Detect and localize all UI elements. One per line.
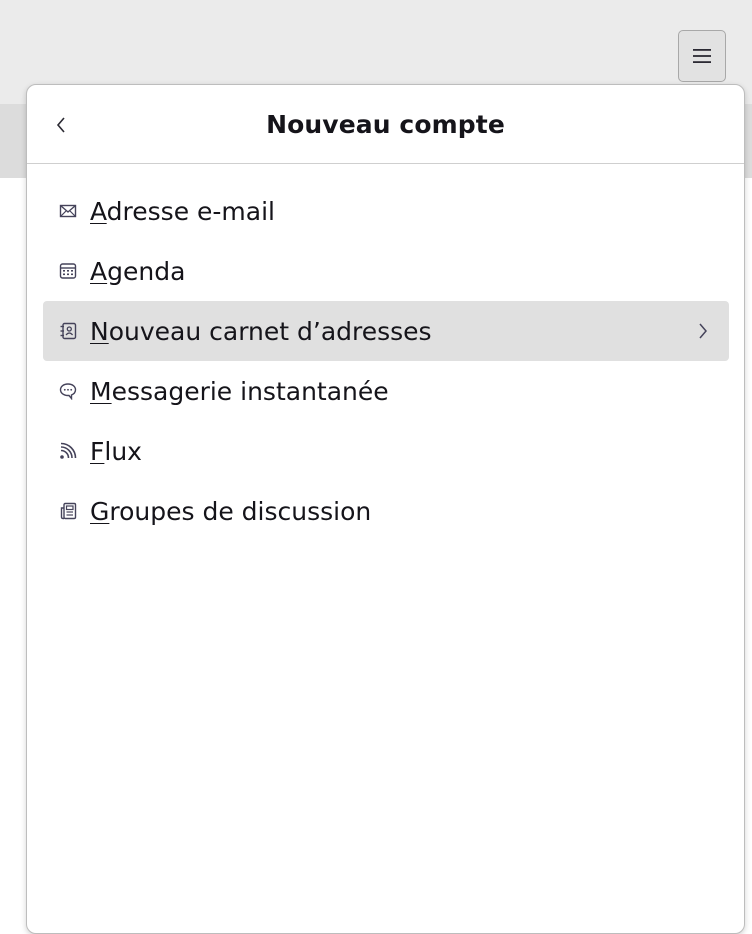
menu-item-feeds[interactable]: Flux — [43, 421, 729, 481]
panel-title: Nouveau compte — [266, 109, 505, 139]
calendar-icon — [59, 262, 77, 280]
new-account-menu: Adresse e-mail Agenda Nouveau carnet d’a… — [43, 181, 729, 541]
menu-item-email-address[interactable]: Adresse e-mail — [43, 181, 729, 241]
envelope-icon — [59, 202, 77, 220]
menu-item-new-address-book[interactable]: Nouveau carnet d’adresses — [43, 301, 729, 361]
menu-item-instant-messaging[interactable]: Messagerie instantanée — [43, 361, 729, 421]
menu-item-newsgroups[interactable]: Groupes de discussion — [43, 481, 729, 541]
newsgroup-icon — [59, 502, 77, 520]
chat-bubble-icon — [59, 382, 77, 400]
address-book-icon — [59, 322, 77, 340]
panel-header: Nouveau compte — [27, 85, 744, 164]
menu-item-label: Flux — [90, 436, 142, 466]
menu-item-calendar[interactable]: Agenda — [43, 241, 729, 301]
menu-item-label: Nouveau carnet d’adresses — [90, 316, 432, 346]
back-button[interactable] — [55, 107, 99, 143]
chevron-right-icon — [697, 322, 709, 344]
new-account-panel: Nouveau compte Adresse e-mail Agenda Nou… — [26, 84, 745, 934]
menu-item-label: Messagerie instantanée — [90, 376, 389, 406]
chevron-left-icon — [56, 117, 65, 133]
app-menu-button[interactable] — [678, 30, 726, 82]
rss-feed-icon — [59, 442, 77, 460]
hamburger-menu-icon — [693, 49, 711, 63]
menu-item-label: Agenda — [90, 256, 186, 286]
menu-item-label: Groupes de discussion — [90, 496, 372, 526]
menu-item-label: Adresse e-mail — [90, 196, 275, 226]
